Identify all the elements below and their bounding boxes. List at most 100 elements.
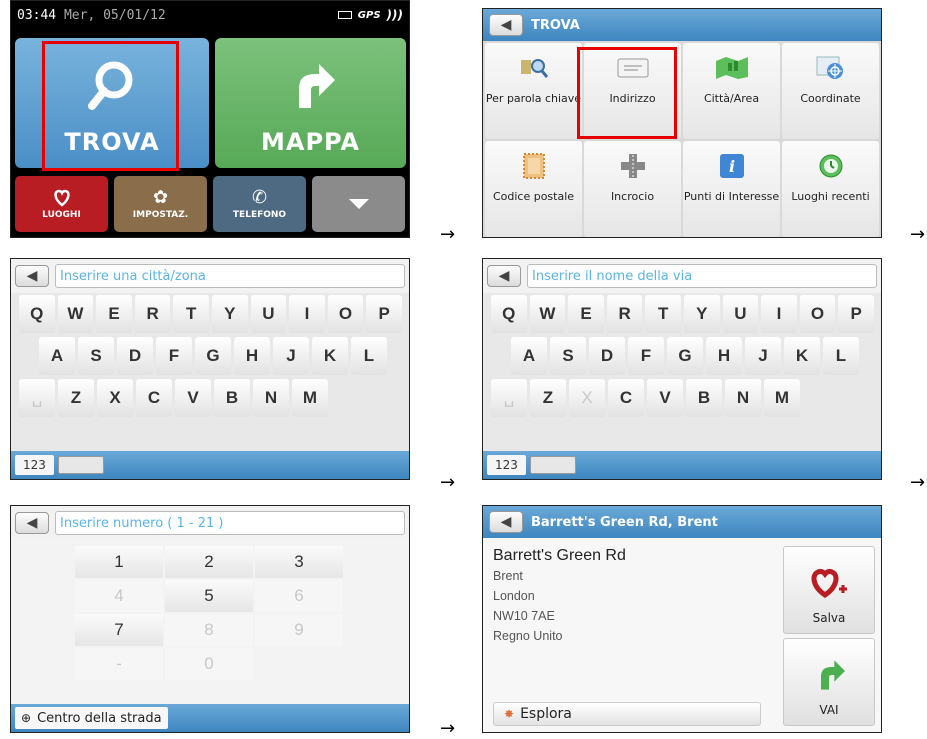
- tile-citta-area[interactable]: Città/Area: [683, 43, 780, 139]
- centro-della-strada-button[interactable]: ⊕ Centro della strada: [15, 707, 168, 729]
- key[interactable]: A: [39, 337, 75, 375]
- num-key[interactable]: 1: [75, 546, 163, 578]
- back-button[interactable]: ◀: [15, 265, 49, 287]
- key[interactable]: I: [761, 295, 797, 333]
- key[interactable]: Z: [58, 379, 94, 417]
- page-title: TROVA: [531, 17, 580, 33]
- key[interactable]: Z: [530, 379, 566, 417]
- key[interactable]: L: [351, 337, 387, 375]
- key[interactable]: G: [195, 337, 231, 375]
- tile-coordinate[interactable]: Coordinate: [782, 43, 879, 139]
- key[interactable]: Q: [491, 295, 527, 333]
- key[interactable]: E: [96, 295, 132, 333]
- city-search-input[interactable]: Inserire una città/zona: [55, 264, 405, 288]
- key[interactable]: S: [78, 337, 114, 375]
- key[interactable]: I: [289, 295, 325, 333]
- key[interactable]: C: [136, 379, 172, 417]
- mappa-button[interactable]: MAPPA: [215, 38, 406, 168]
- key[interactable]: P: [838, 295, 874, 333]
- numeric-mode-button[interactable]: 123: [487, 455, 526, 475]
- numeric-keypad: 1 2 3 4 5 6 7 8 9 - 0: [75, 546, 343, 680]
- back-button[interactable]: ◀: [489, 14, 523, 36]
- num-key[interactable]: 7: [75, 614, 163, 646]
- key[interactable]: O: [799, 295, 836, 333]
- back-button[interactable]: ◀: [487, 265, 521, 287]
- key[interactable]: Q: [19, 295, 55, 333]
- key[interactable]: W: [529, 295, 566, 333]
- key[interactable]: D: [589, 337, 625, 375]
- tile-luoghi-recenti[interactable]: Luoghi recenti: [782, 141, 879, 237]
- keyboard-icon[interactable]: [529, 456, 576, 474]
- tile-codice-postale[interactable]: Codice postale: [485, 141, 582, 237]
- keyboard-row-2: ASDFGHJKL: [11, 335, 409, 377]
- key[interactable]: M: [292, 379, 328, 417]
- key[interactable]: N: [253, 379, 289, 417]
- key[interactable]: R: [134, 295, 171, 333]
- back-arrow-icon: ◀: [498, 268, 510, 284]
- num-key[interactable]: 5: [165, 580, 253, 612]
- key[interactable]: S: [550, 337, 586, 375]
- vai-button[interactable]: VAI: [783, 638, 875, 726]
- key[interactable]: A: [511, 337, 547, 375]
- space-key[interactable]: ␣: [491, 379, 527, 417]
- luoghi-button[interactable]: LUOGHI: [15, 176, 108, 232]
- key[interactable]: J: [273, 337, 309, 375]
- key[interactable]: K: [312, 337, 348, 375]
- esplora-button[interactable]: ✸ Esplora: [493, 702, 761, 726]
- back-button[interactable]: ◀: [15, 512, 49, 534]
- clock-time: 03:44: [17, 7, 57, 23]
- tile-label: Per parola chiave: [485, 92, 582, 105]
- title-bar: ◀ TROVA: [483, 9, 881, 41]
- num-key[interactable]: 2: [165, 546, 253, 578]
- key[interactable]: V: [175, 379, 211, 417]
- key[interactable]: B: [214, 379, 250, 417]
- key[interactable]: U: [722, 295, 759, 333]
- city-map-icon: [714, 55, 750, 81]
- street-keyboard-screen: ◀ Inserire il nome della via QWERTYUIOP …: [482, 258, 882, 480]
- key[interactable]: P: [366, 295, 402, 333]
- key[interactable]: H: [706, 337, 742, 375]
- key[interactable]: C: [608, 379, 644, 417]
- tile-punti-di-interesse[interactable]: i Punti di Interesse: [683, 141, 780, 237]
- num-key-disabled: 6: [255, 580, 343, 612]
- key[interactable]: L: [823, 337, 859, 375]
- key[interactable]: Y: [211, 295, 248, 333]
- key[interactable]: E: [568, 295, 604, 333]
- key[interactable]: D: [117, 337, 153, 375]
- space-key[interactable]: ␣: [19, 379, 55, 417]
- num-key[interactable]: 3: [255, 546, 343, 578]
- key[interactable]: X: [97, 379, 133, 417]
- key[interactable]: T: [173, 295, 209, 333]
- back-button[interactable]: ◀: [489, 511, 523, 533]
- house-number-input[interactable]: Inserire numero ( 1 - 21 ): [55, 511, 405, 535]
- more-button[interactable]: [312, 176, 405, 232]
- key[interactable]: K: [784, 337, 820, 375]
- key[interactable]: B: [686, 379, 722, 417]
- street-search-input[interactable]: Inserire il nome della via: [527, 264, 877, 288]
- key[interactable]: J: [745, 337, 781, 375]
- key[interactable]: F: [628, 337, 664, 375]
- telefono-button[interactable]: ✆ TELEFONO: [213, 176, 306, 232]
- key[interactable]: O: [327, 295, 364, 333]
- centro-label: Centro della strada: [37, 710, 162, 726]
- key[interactable]: M: [764, 379, 800, 417]
- key[interactable]: F: [156, 337, 192, 375]
- key[interactable]: T: [645, 295, 681, 333]
- key[interactable]: Y: [683, 295, 720, 333]
- key[interactable]: N: [725, 379, 761, 417]
- impostazioni-button[interactable]: ✿ IMPOSTAZ.: [114, 176, 207, 232]
- tile-per-parola-chiave[interactable]: Per parola chiave: [485, 43, 582, 139]
- tile-label: Coordinate: [800, 92, 861, 105]
- esplora-label: Esplora: [520, 706, 572, 722]
- key[interactable]: V: [647, 379, 683, 417]
- keyboard-icon[interactable]: [57, 456, 104, 474]
- key[interactable]: G: [667, 337, 703, 375]
- numeric-mode-button[interactable]: 123: [15, 455, 54, 475]
- tile-incrocio[interactable]: Incrocio: [584, 141, 681, 237]
- key[interactable]: H: [234, 337, 270, 375]
- salva-button[interactable]: Salva: [783, 546, 875, 634]
- keyboard-row-3: ␣ ZXCVBNM: [11, 377, 409, 419]
- key[interactable]: W: [57, 295, 94, 333]
- key[interactable]: U: [250, 295, 287, 333]
- key[interactable]: R: [606, 295, 643, 333]
